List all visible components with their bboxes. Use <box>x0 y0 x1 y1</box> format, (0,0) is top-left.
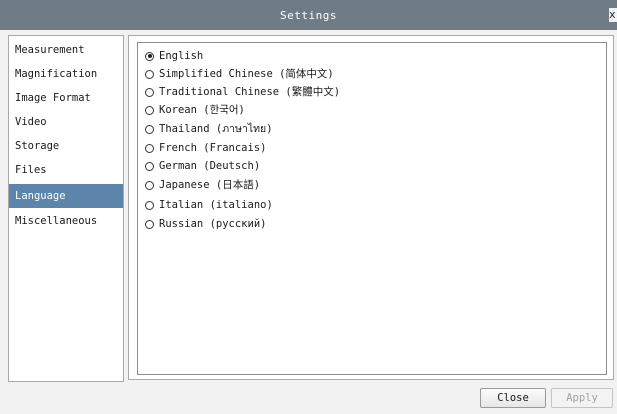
language-option-italian[interactable]: Italian (italiano) <box>145 196 273 214</box>
language-option-label: Italian (italiano) <box>159 199 273 211</box>
language-option-label: English <box>159 50 204 62</box>
sidebar-item-language[interactable]: Language <box>9 184 123 208</box>
window-title: Settings <box>280 8 337 22</box>
sidebar-item-magnification[interactable]: Magnification <box>9 62 123 86</box>
sidebar-item-storage[interactable]: Storage <box>9 134 123 158</box>
language-option-japanese[interactable]: Japanese (日本語) <box>145 176 260 194</box>
language-option-french[interactable]: French (Francais) <box>145 139 266 157</box>
title-bar: Settings <box>0 0 617 30</box>
language-option-label: Korean (한국어) <box>159 104 245 116</box>
sidebar-item-miscellaneous[interactable]: Miscellaneous <box>9 209 123 233</box>
radio-button[interactable] <box>145 219 154 229</box>
language-option-russian[interactable]: Russian (русский) <box>145 215 266 233</box>
settings-window: Settings x Measurement Magnification Ima… <box>0 0 617 414</box>
language-option-german[interactable]: German (Deutsch) <box>145 157 260 175</box>
language-option-label: Traditional Chinese (繁體中文) <box>159 86 341 98</box>
language-settings-panel: English Simplified Chinese (简体中文) Tradit… <box>128 35 614 380</box>
language-option-group: English Simplified Chinese (简体中文) Tradit… <box>137 42 607 375</box>
apply-button[interactable]: Apply <box>551 388 613 408</box>
radio-button[interactable] <box>145 200 154 210</box>
radio-button[interactable] <box>145 180 154 190</box>
language-option-label: Russian (русский) <box>159 218 267 230</box>
settings-category-list: Measurement Magnification Image Format V… <box>8 35 124 382</box>
language-option-simplified-chinese[interactable]: Simplified Chinese (简体中文) <box>145 65 334 83</box>
sidebar-item-measurement[interactable]: Measurement <box>9 38 123 62</box>
close-window-icon[interactable]: x <box>609 8 617 22</box>
radio-button[interactable] <box>145 87 154 97</box>
radio-button[interactable] <box>145 105 154 115</box>
sidebar-item-video[interactable]: Video <box>9 110 123 134</box>
radio-button-checked[interactable] <box>145 51 154 61</box>
language-option-traditional-chinese[interactable]: Traditional Chinese (繁體中文) <box>145 83 340 101</box>
language-option-label: Thailand (ภาษาไทย) <box>159 123 273 135</box>
close-button[interactable]: Close <box>480 388 546 408</box>
language-option-label: Japanese (日本語) <box>159 179 261 191</box>
radio-button[interactable] <box>145 124 154 134</box>
sidebar-item-image-format[interactable]: Image Format <box>9 86 123 110</box>
language-option-thailand[interactable]: Thailand (ภาษาไทย) <box>145 120 273 138</box>
language-option-label: Simplified Chinese (简体中文) <box>159 68 334 80</box>
radio-button[interactable] <box>145 161 154 171</box>
radio-button[interactable] <box>145 69 154 79</box>
language-option-label: German (Deutsch) <box>159 160 261 172</box>
language-option-korean[interactable]: Korean (한국어) <box>145 101 245 119</box>
language-option-label: French (Francais) <box>159 142 267 154</box>
language-option-english[interactable]: English <box>145 47 203 65</box>
radio-button[interactable] <box>145 143 154 153</box>
sidebar-item-files[interactable]: Files <box>9 158 123 182</box>
